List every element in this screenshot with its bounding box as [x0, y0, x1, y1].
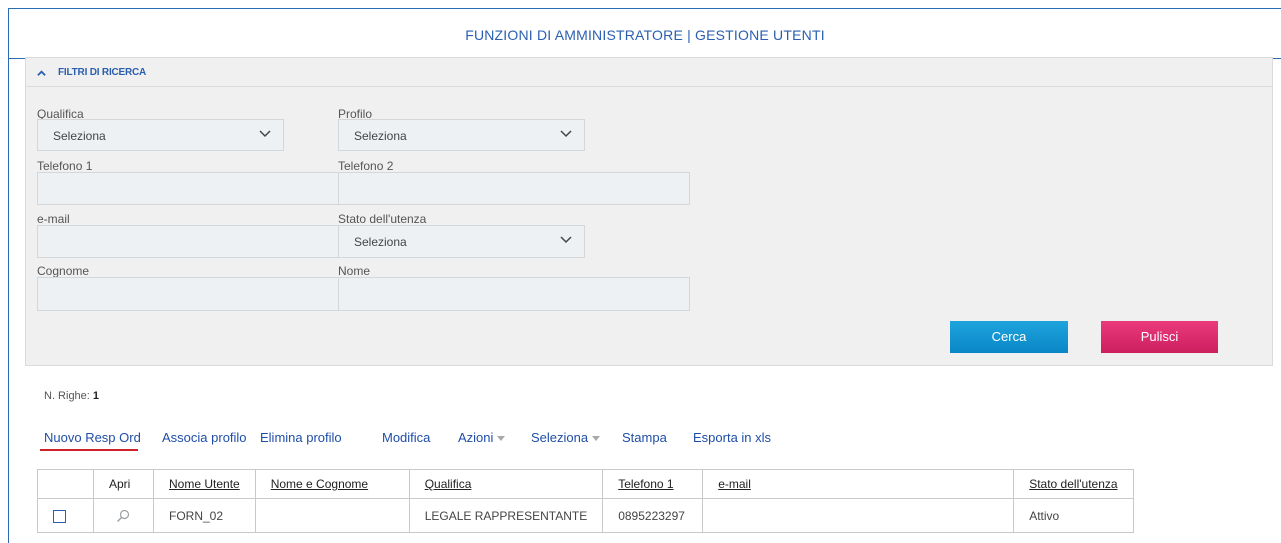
cognome-input[interactable]	[37, 277, 339, 311]
esporta-xls-button[interactable]: Esporta in xls	[693, 430, 771, 445]
search-icon[interactable]	[116, 509, 130, 523]
row-open-cell	[93, 498, 154, 533]
chevron-down-icon	[259, 130, 271, 138]
qualifica-value: Seleziona	[53, 129, 106, 143]
column-header-email[interactable]: e-mail	[702, 469, 1015, 499]
stato-select[interactable]: Seleziona	[338, 225, 585, 258]
email-label: e-mail	[37, 212, 70, 226]
active-action-underline	[40, 449, 138, 451]
table-row: FORN_02 LEGALE RAPPRESENTANTE 0895223297…	[37, 498, 1134, 533]
modifica-button[interactable]: Modifica	[382, 430, 430, 445]
page-title: FUNZIONI DI AMMINISTRATORE | GESTIONE UT…	[465, 27, 825, 43]
seleziona-menu[interactable]: Seleziona	[531, 430, 601, 445]
cell-telefono1: 0895223297	[602, 498, 704, 533]
nuovo-resp-ord-button[interactable]: Nuovo Resp Ord	[44, 430, 141, 445]
column-header-telefono1[interactable]: Telefono 1	[602, 469, 704, 499]
nome-label: Nome	[338, 264, 371, 278]
elimina-profilo-button[interactable]: Elimina profilo	[260, 430, 342, 445]
email-input[interactable]	[37, 225, 339, 258]
clear-button[interactable]: Pulisci	[1101, 321, 1218, 353]
cell-stato: Attivo	[1013, 498, 1134, 533]
chevron-up-icon	[37, 70, 46, 76]
search-filters-panel: FILTRI DI RICERCA Qualifica Seleziona Pr…	[25, 57, 1273, 366]
azioni-label: Azioni	[458, 430, 494, 445]
telefono2-label: Telefono 2	[338, 159, 394, 173]
chevron-down-icon	[560, 236, 572, 244]
column-header-stato[interactable]: Stato dell'utenza	[1013, 469, 1134, 499]
table-header-row: Apri Nome Utente Nome e Cognome Qualific…	[37, 469, 1134, 499]
telefono1-label: Telefono 1	[37, 159, 93, 173]
telefono1-input[interactable]	[37, 172, 339, 205]
row-checkbox[interactable]	[53, 509, 66, 523]
filters-toggle[interactable]: FILTRI DI RICERCA	[26, 58, 1272, 87]
profilo-value: Seleziona	[354, 129, 407, 143]
azioni-menu[interactable]: Azioni	[458, 430, 506, 445]
filters-section-label: FILTRI DI RICERCA	[58, 67, 147, 78]
associa-profilo-button[interactable]: Associa profilo	[162, 430, 247, 445]
column-header-nome-utente[interactable]: Nome Utente	[153, 469, 256, 499]
stato-label: Stato dell'utenza	[338, 212, 427, 226]
stampa-button[interactable]: Stampa	[622, 430, 667, 445]
row-select-cell	[37, 498, 94, 533]
column-header-qualifica[interactable]: Qualifica	[408, 469, 604, 499]
caret-down-icon	[592, 436, 601, 442]
cognome-label: Cognome	[37, 264, 90, 278]
cell-nome-utente: FORN_02	[153, 498, 256, 533]
chevron-down-icon	[560, 130, 572, 138]
nome-input[interactable]	[338, 277, 690, 311]
cell-nome-cognome	[254, 498, 410, 533]
cell-qualifica: LEGALE RAPPRESENTANTE	[408, 498, 604, 533]
search-button[interactable]: Cerca	[950, 321, 1068, 353]
column-header-nome-cognome[interactable]: Nome e Cognome	[254, 469, 410, 499]
users-table: Apri Nome Utente Nome e Cognome Qualific…	[37, 469, 1134, 533]
qualifica-select[interactable]: Seleziona	[37, 119, 284, 151]
row-count-label: N. Righe:	[44, 390, 90, 402]
profilo-select[interactable]: Seleziona	[338, 119, 585, 151]
column-header-apri: Apri	[93, 469, 154, 499]
row-count: N. Righe: 1	[44, 390, 99, 402]
cell-email	[702, 498, 1015, 533]
seleziona-label: Seleziona	[531, 430, 589, 445]
row-count-value: 1	[92, 390, 100, 402]
stato-value: Seleziona	[354, 235, 407, 249]
select-column-header	[37, 469, 94, 499]
caret-down-icon	[497, 436, 506, 442]
telefono2-input[interactable]	[338, 172, 690, 205]
